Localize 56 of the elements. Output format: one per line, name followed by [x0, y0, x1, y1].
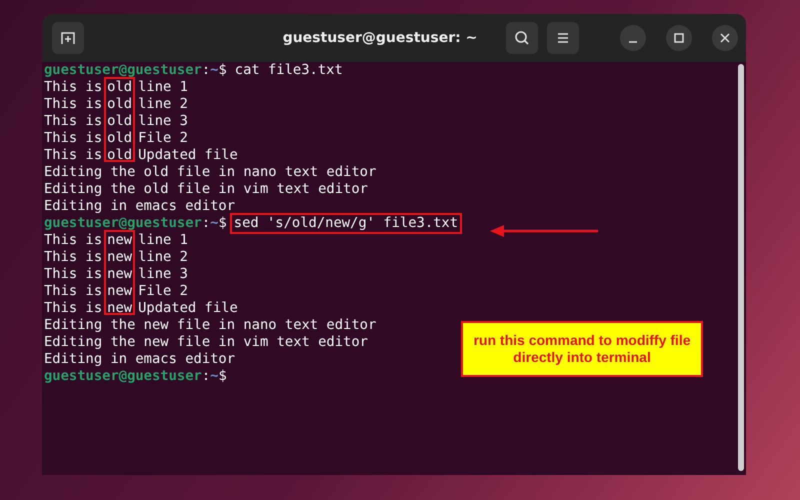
- output-text: This is: [44, 147, 102, 164]
- window-title: guestuser@guestuser: ~: [282, 30, 478, 46]
- output-text: This is: [44, 300, 102, 317]
- callout-note: run this command to modiffy file directly into terminal: [461, 321, 703, 377]
- minimize-button[interactable]: [620, 25, 646, 51]
- output-text: File 2: [138, 283, 189, 300]
- output-text: line 2: [138, 249, 189, 266]
- output-text: This is: [44, 232, 102, 249]
- output-text: Updated file: [138, 147, 238, 164]
- output-text: line 3: [138, 113, 189, 130]
- command-text: sed 's/old/new/g' file3.txt: [230, 213, 462, 234]
- output-text: File 2: [138, 130, 189, 147]
- output-text: This is: [44, 113, 102, 130]
- output-text: line 2: [138, 96, 189, 113]
- scrollbar[interactable]: [738, 64, 744, 471]
- output-text: Updated file: [138, 300, 238, 317]
- search-button[interactable]: [506, 22, 538, 54]
- highlighted-word: new: [107, 232, 132, 249]
- menu-button[interactable]: [547, 22, 579, 54]
- search-icon: [514, 30, 530, 46]
- shell-prompt: guestuser@guestuser:~$: [44, 368, 227, 385]
- close-button[interactable]: [712, 25, 738, 51]
- highlighted-word: new: [107, 249, 132, 266]
- minimize-icon: [628, 41, 638, 43]
- output-text: Editing in emacs editor: [44, 198, 236, 215]
- output-text: This is: [44, 96, 102, 113]
- highlighted-word: old: [107, 130, 132, 147]
- highlighted-word: new: [107, 266, 132, 283]
- shell-prompt: guestuser@guestuser:~$: [44, 62, 227, 79]
- output-text: line 1: [138, 79, 189, 96]
- output-text: This is: [44, 130, 102, 147]
- highlighted-word: old: [107, 79, 132, 96]
- highlighted-word: old: [107, 147, 132, 164]
- output-text: line 1: [138, 232, 189, 249]
- highlighted-word: new: [107, 283, 132, 300]
- output-text: This is: [44, 283, 102, 300]
- output-text: This is: [44, 249, 102, 266]
- command-text: cat file3.txt: [234, 62, 343, 79]
- maximize-icon: [674, 33, 684, 43]
- menu-icon: [556, 32, 570, 44]
- shell-prompt: guestuser@guestuser:~$: [44, 215, 227, 232]
- highlighted-word: old: [107, 113, 132, 130]
- output-text: This is: [44, 79, 102, 96]
- output-text: Editing the old file in nano text editor: [44, 164, 376, 181]
- close-icon: [720, 33, 730, 43]
- output-text: Editing the old file in vim text editor: [44, 181, 368, 198]
- output-text: Editing the new file in vim text editor: [44, 334, 368, 351]
- highlighted-word: new: [107, 300, 132, 317]
- output-text: line 3: [138, 266, 189, 283]
- output-text: This is: [44, 266, 102, 283]
- new-tab-icon: [60, 30, 76, 46]
- output-text: Editing in emacs editor: [44, 351, 236, 368]
- maximize-button[interactable]: [666, 25, 692, 51]
- output-text: Editing the new file in nano text editor: [44, 317, 376, 334]
- highlighted-word: old: [107, 96, 132, 113]
- new-tab-button[interactable]: [52, 22, 84, 54]
